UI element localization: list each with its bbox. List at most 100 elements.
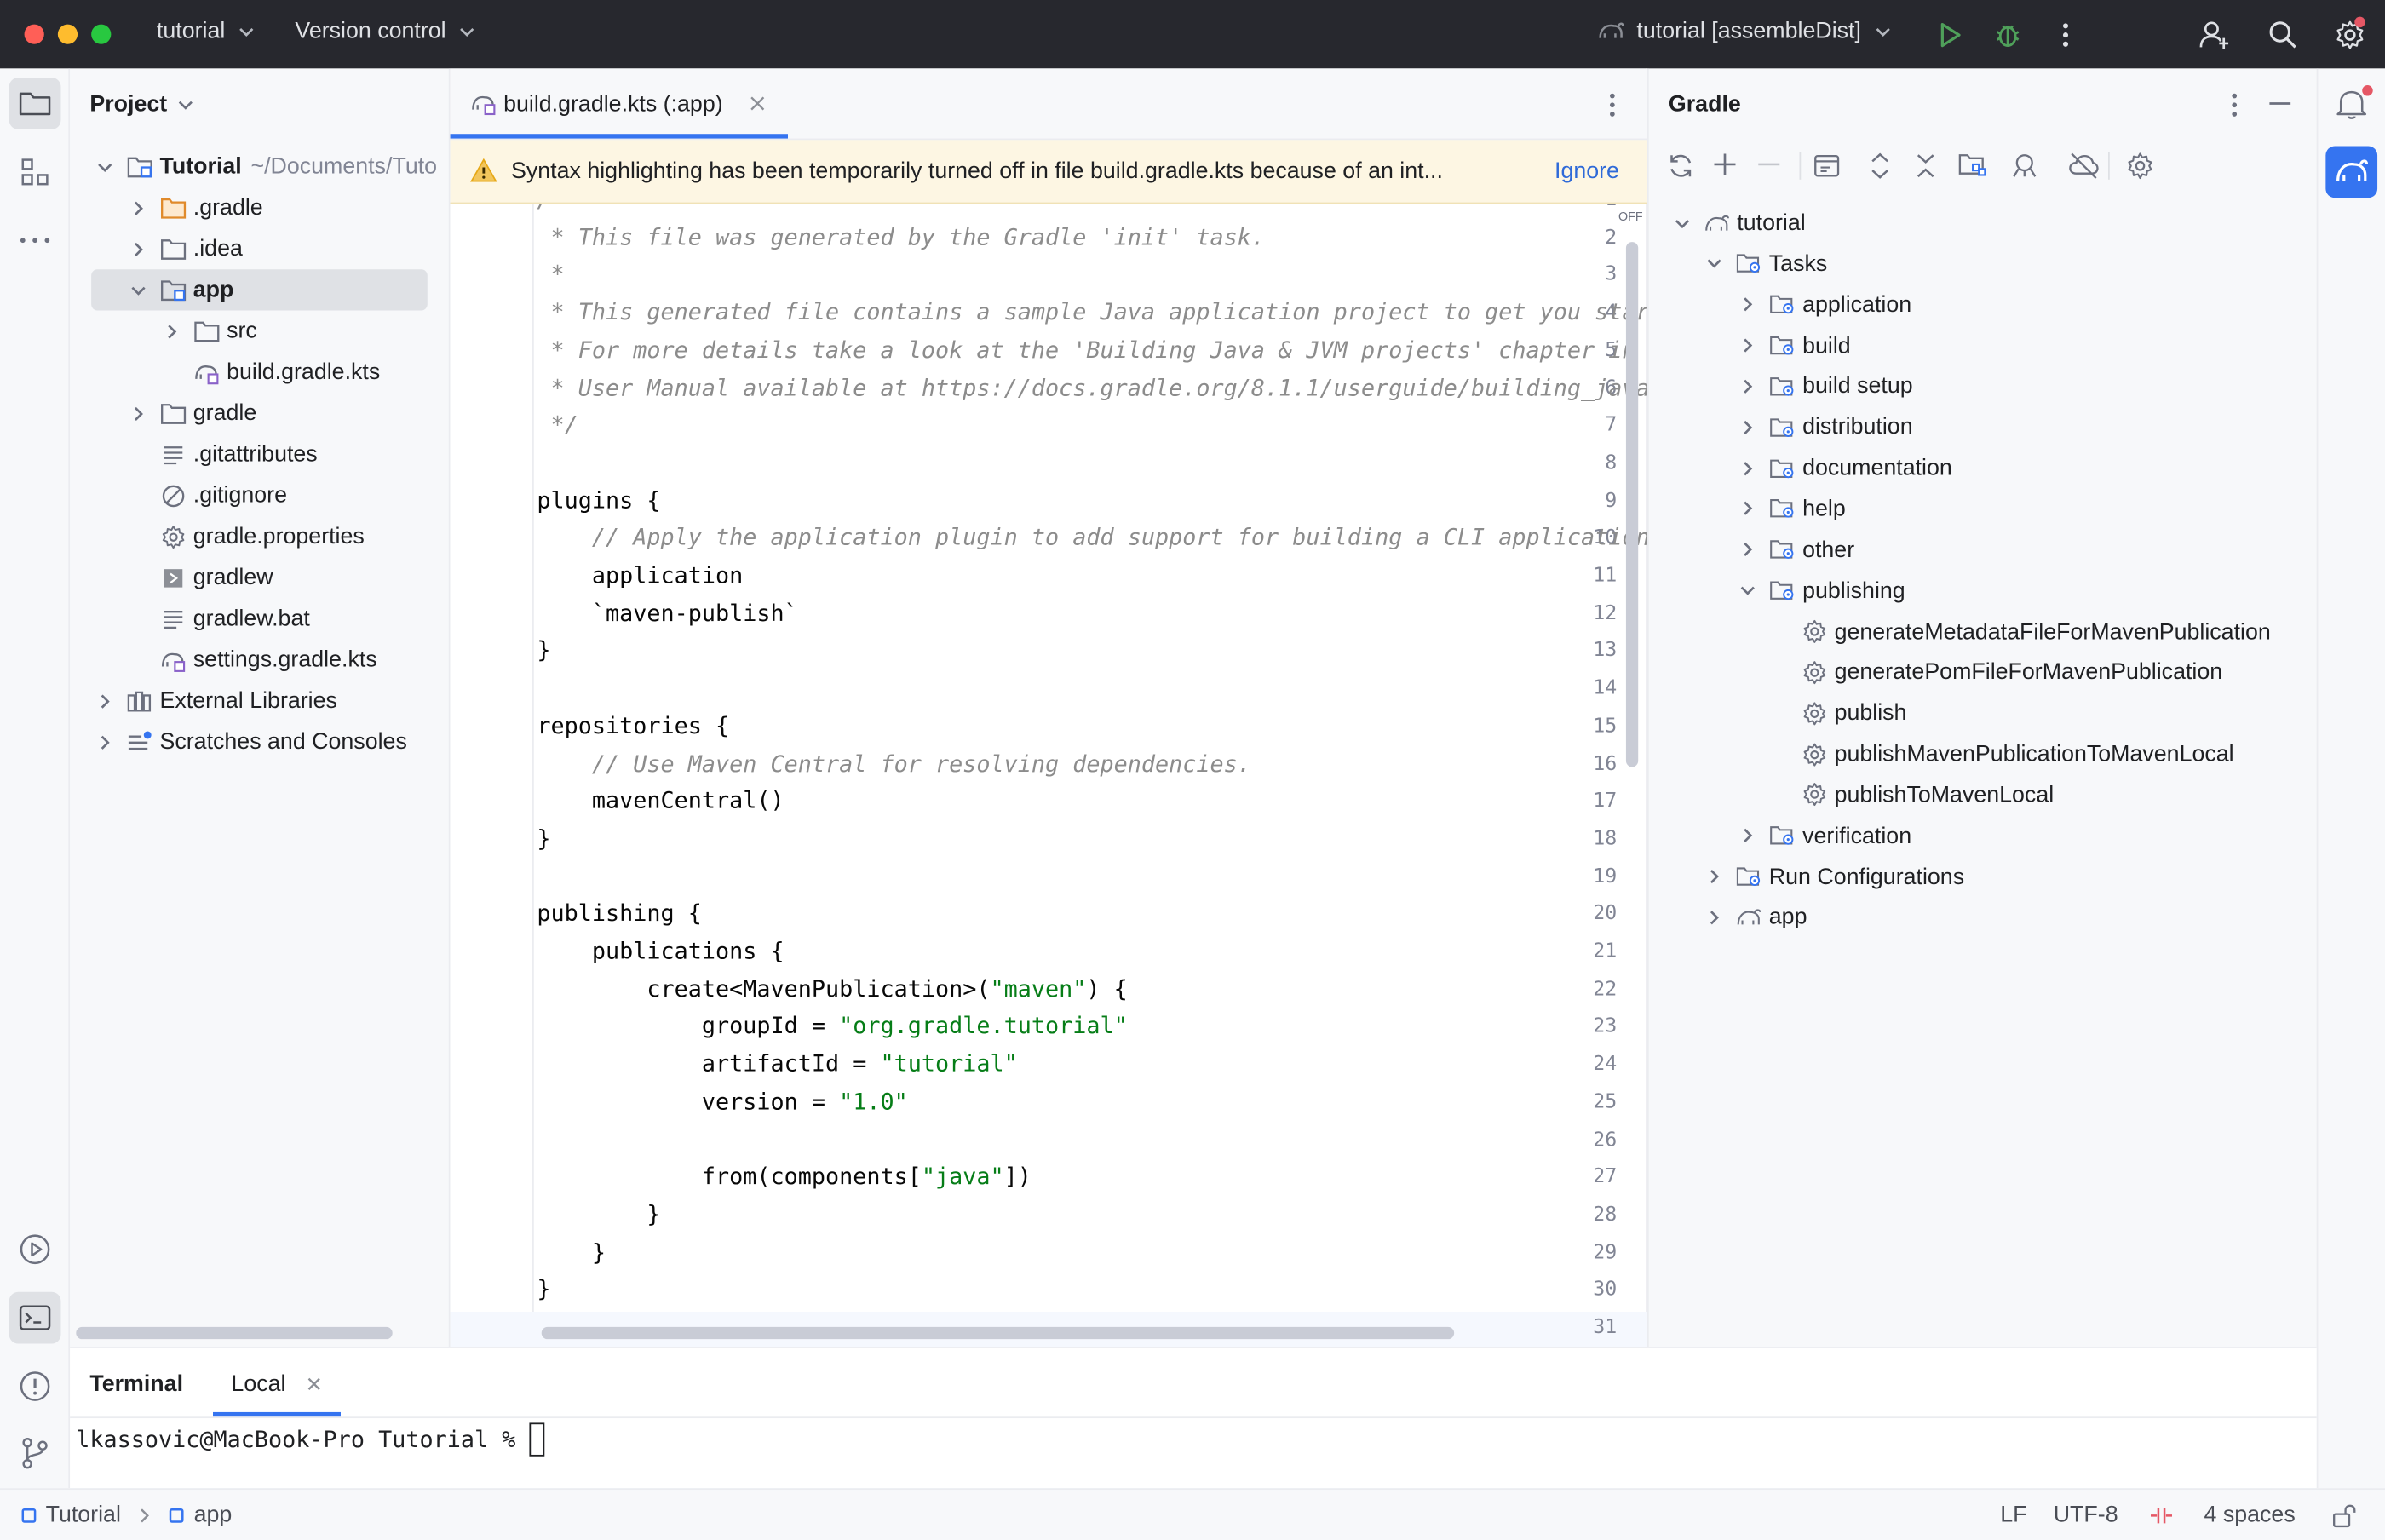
ignore-link[interactable]: Ignore	[1555, 158, 1619, 184]
structure-tool-button[interactable]	[9, 147, 61, 198]
chevron-down-icon[interactable]	[1735, 578, 1760, 603]
tree-row-idea[interactable]: .idea	[70, 228, 449, 269]
inspection-widget[interactable]	[2149, 1507, 2174, 1525]
chevron-right-icon[interactable]	[126, 401, 151, 426]
settings-button[interactable]	[2331, 16, 2368, 54]
tree-row-gradle-properties[interactable]: gradle.properties	[70, 516, 449, 557]
chevron-right-icon[interactable]	[1702, 905, 1727, 930]
chevron-right-icon[interactable]	[1735, 333, 1760, 358]
add-button[interactable]	[1713, 152, 1738, 177]
minimize-window-button[interactable]	[57, 24, 78, 44]
close-window-button[interactable]	[24, 24, 44, 44]
git-tool-button[interactable]	[9, 1428, 61, 1480]
maximize-window-button[interactable]	[91, 24, 112, 44]
chevron-right-icon[interactable]	[1735, 415, 1760, 440]
run-button[interactable]	[1932, 17, 1968, 54]
tree-row-src[interactable]: src	[70, 310, 449, 351]
problems-tool-button[interactable]	[9, 1360, 61, 1412]
tree-row-build-gradle-kts[interactable]: build.gradle.kts	[70, 352, 449, 393]
gradle-run-configurations[interactable]: Run Configurations	[1702, 856, 1964, 897]
version-control-menu[interactable]: Version control	[295, 18, 476, 44]
chevron-right-icon[interactable]	[93, 688, 118, 713]
code-area[interactable]: 1 /* 2 * This file was generated by the Gr…	[450, 204, 1647, 1348]
terminal-tab-local[interactable]: Local	[212, 1348, 341, 1418]
close-tab-button[interactable]	[750, 96, 765, 112]
tree-row-gradlew-bat[interactable]: gradlew.bat	[70, 598, 449, 639]
horizontal-scrollbar[interactable]	[76, 1326, 393, 1340]
execute-task-button[interactable]	[1813, 152, 1841, 180]
gradle-task-group[interactable]: verification	[1735, 815, 1911, 856]
tree-row-external-libraries[interactable]: External Libraries	[70, 681, 449, 721]
project-switcher[interactable]: tutorial	[157, 18, 256, 44]
gradle-tree-root[interactable]: tutorial	[1670, 203, 1806, 244]
add-user-button[interactable]	[2197, 17, 2233, 54]
search-button[interactable]	[2265, 17, 2302, 54]
tree-row-gradlew[interactable]: gradlew	[70, 557, 449, 598]
chevron-down-icon[interactable]	[1702, 251, 1727, 276]
gradle-tree-tasks[interactable]: Tasks	[1702, 244, 1827, 284]
tree-row-scratches[interactable]: Scratches and Consoles	[70, 721, 449, 762]
breadcrumb-child[interactable]: app	[194, 1502, 233, 1527]
debug-button[interactable]	[1990, 17, 2026, 54]
chevron-right-icon[interactable]	[1735, 497, 1760, 521]
vertical-scrollbar[interactable]	[1625, 242, 1639, 767]
gradle-task[interactable]: publishToMavenLocal	[1767, 774, 2054, 815]
gradle-task-group[interactable]: help	[1735, 488, 1846, 529]
indent-widget[interactable]: 4 spaces	[2204, 1502, 2295, 1527]
reload-button[interactable]	[1667, 152, 1694, 180]
chevron-right-icon[interactable]	[126, 237, 151, 261]
gradle-task[interactable]: publish	[1767, 692, 1906, 733]
collapse-all-button[interactable]	[1915, 152, 1936, 180]
notifications-button[interactable]	[2325, 78, 2377, 129]
tree-row-root[interactable]: Tutorial ~/Documents/Tuto	[70, 147, 449, 187]
chevron-right-icon[interactable]	[1735, 292, 1760, 317]
editor-tab-options-button[interactable]	[1609, 93, 1615, 118]
close-terminal-tab-button[interactable]	[307, 1377, 321, 1391]
tree-row-app[interactable]: app	[91, 269, 428, 311]
gradle-task-group[interactable]: application	[1735, 284, 1911, 325]
chevron-right-icon[interactable]	[1735, 537, 1760, 562]
gradle-task-group[interactable]: documentation	[1735, 447, 1952, 488]
chevron-right-icon[interactable]	[126, 196, 151, 221]
tree-row-gitignore[interactable]: .gitignore	[70, 474, 449, 515]
chevron-right-icon[interactable]	[1735, 824, 1760, 848]
gradle-task-group[interactable]: other	[1735, 529, 1854, 570]
offline-mode-button[interactable]	[2069, 152, 2100, 180]
chevron-down-icon[interactable]	[1670, 210, 1695, 235]
terminal-output[interactable]: lkassovic@MacBook-Pro Tutorial %	[76, 1422, 545, 1458]
gradle-task[interactable]: generateMetadataFileForMavenPublication	[1767, 611, 2271, 652]
tree-row-gradle-hidden[interactable]: .gradle	[70, 187, 449, 228]
gradle-tree-app[interactable]: app	[1702, 897, 1807, 938]
gradle-tool-button[interactable]	[2325, 146, 2378, 198]
chevron-right-icon[interactable]	[1735, 374, 1760, 399]
tree-row-settings-gradle-kts[interactable]: settings.gradle.kts	[70, 639, 449, 680]
gradle-task-group[interactable]: publishing	[1735, 570, 1905, 611]
group-modules-button[interactable]	[1957, 152, 1988, 180]
chevron-down-icon[interactable]	[126, 278, 151, 302]
terminal-tool-button[interactable]	[9, 1291, 61, 1344]
chevron-right-icon[interactable]	[159, 319, 184, 343]
tree-row-gradle[interactable]: gradle	[70, 393, 449, 434]
more-tools-button[interactable]	[9, 215, 61, 267]
readonly-toggle[interactable]	[2331, 1503, 2356, 1528]
gradle-task-group[interactable]: distribution	[1735, 406, 1913, 447]
chevron-right-icon[interactable]	[1735, 456, 1760, 480]
gradle-task[interactable]: generatePomFileForMavenPublication	[1767, 652, 2222, 692]
gradle-task[interactable]: publishMavenPublicationToMavenLocal	[1767, 733, 2234, 774]
project-view-selector[interactable]: Project	[89, 91, 194, 118]
gradle-task-group[interactable]: build setup	[1735, 365, 1913, 406]
encoding-widget[interactable]: UTF-8	[2054, 1502, 2118, 1527]
hide-panel-button[interactable]	[2269, 102, 2291, 106]
editor-tab[interactable]: build.gradle.kts (:app)	[450, 68, 788, 140]
analyze-dependencies-button[interactable]	[2011, 152, 2038, 180]
run-config-selector[interactable]: tutorial [assembleDist]	[1597, 18, 1892, 44]
project-tool-button[interactable]	[9, 78, 61, 129]
gradle-options-button[interactable]	[2232, 93, 2238, 118]
tree-row-gitattributes[interactable]: .gitattributes	[70, 434, 449, 474]
chevron-right-icon[interactable]	[1702, 865, 1727, 889]
horizontal-scrollbar[interactable]	[541, 1326, 1455, 1340]
chevron-down-icon[interactable]	[93, 154, 118, 179]
gradle-task-group[interactable]: build	[1735, 325, 1851, 366]
breadcrumb-root[interactable]: Tutorial	[46, 1502, 121, 1527]
chevron-right-icon[interactable]	[93, 730, 118, 755]
